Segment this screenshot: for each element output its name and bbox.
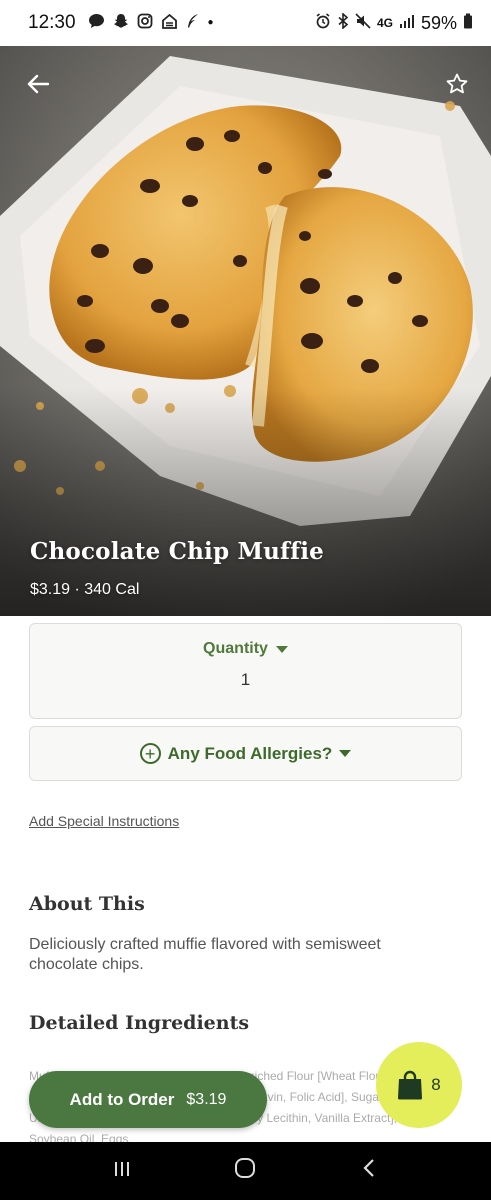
recent-apps-icon xyxy=(114,1162,129,1176)
battery-icon xyxy=(463,13,473,34)
system-back-button[interactable] xyxy=(349,1158,389,1184)
plus-circle-icon: + xyxy=(139,743,161,764)
bag-count: 8 xyxy=(431,1075,441,1094)
quantity-value: 1 xyxy=(240,670,251,689)
quantity-selector[interactable]: Quantity 1 xyxy=(29,623,462,719)
home-circle-icon xyxy=(235,1158,256,1178)
battery-percent: 59% xyxy=(420,12,457,33)
favorite-button[interactable] xyxy=(437,64,477,104)
add-to-order-button[interactable]: Add to Order $3.19 xyxy=(29,1071,267,1128)
feather-icon xyxy=(186,13,200,33)
back-arrow-icon xyxy=(27,74,49,94)
food-allergies-button[interactable]: + Any Food Allergies? xyxy=(29,726,462,781)
quantity-dropdown[interactable]: Quantity xyxy=(30,640,461,658)
instagram-icon xyxy=(137,13,153,33)
quantity-label: Quantity xyxy=(203,640,268,657)
add-special-instructions-link[interactable]: Add Special Instructions xyxy=(29,813,179,829)
message-icon xyxy=(88,13,105,33)
home-icon xyxy=(161,13,178,33)
caret-down-icon xyxy=(339,750,352,757)
bag-button[interactable]: 8 xyxy=(376,1042,462,1128)
mute-icon xyxy=(355,12,371,34)
home-button[interactable] xyxy=(225,1157,265,1185)
caret-down-icon xyxy=(275,645,288,653)
status-time: 12:30 xyxy=(28,12,76,33)
alarm-icon xyxy=(315,12,331,34)
product-hero-image: Chocolate Chip Muffie $3.19 · 340 Cal xyxy=(0,46,491,616)
bluetooth-icon xyxy=(337,11,349,34)
status-left: 12:30 ● xyxy=(28,12,214,34)
recent-apps-button[interactable] xyxy=(102,1158,142,1184)
add-to-order-price: $3.19 xyxy=(186,1090,227,1108)
add-to-order-label: Add to Order xyxy=(69,1089,175,1109)
network-type: 4G xyxy=(376,16,393,30)
snapchat-icon xyxy=(113,13,129,33)
muffie-photo xyxy=(0,46,491,616)
ingredients-title: Detailed Ingredients xyxy=(29,1012,250,1034)
shopping-bag-icon xyxy=(398,1070,423,1100)
dot-icon: ● xyxy=(207,17,214,28)
food-allergies-label: Any Food Allergies? xyxy=(167,743,333,763)
about-title: About This xyxy=(29,893,145,915)
system-nav-bar xyxy=(0,1142,491,1200)
back-button[interactable] xyxy=(18,64,58,104)
signal-icon xyxy=(399,14,415,33)
star-icon xyxy=(446,73,468,94)
about-text: Deliciously crafted muffie flavored with… xyxy=(29,936,381,973)
chevron-left-icon xyxy=(363,1159,374,1177)
status-bar: 12:30 ● 4G 59% xyxy=(0,0,491,46)
status-right: 4G 59% xyxy=(315,11,473,34)
product-name: Chocolate Chip Muffie xyxy=(30,538,325,565)
product-price-calories: $3.19 · 340 Cal xyxy=(30,581,140,598)
